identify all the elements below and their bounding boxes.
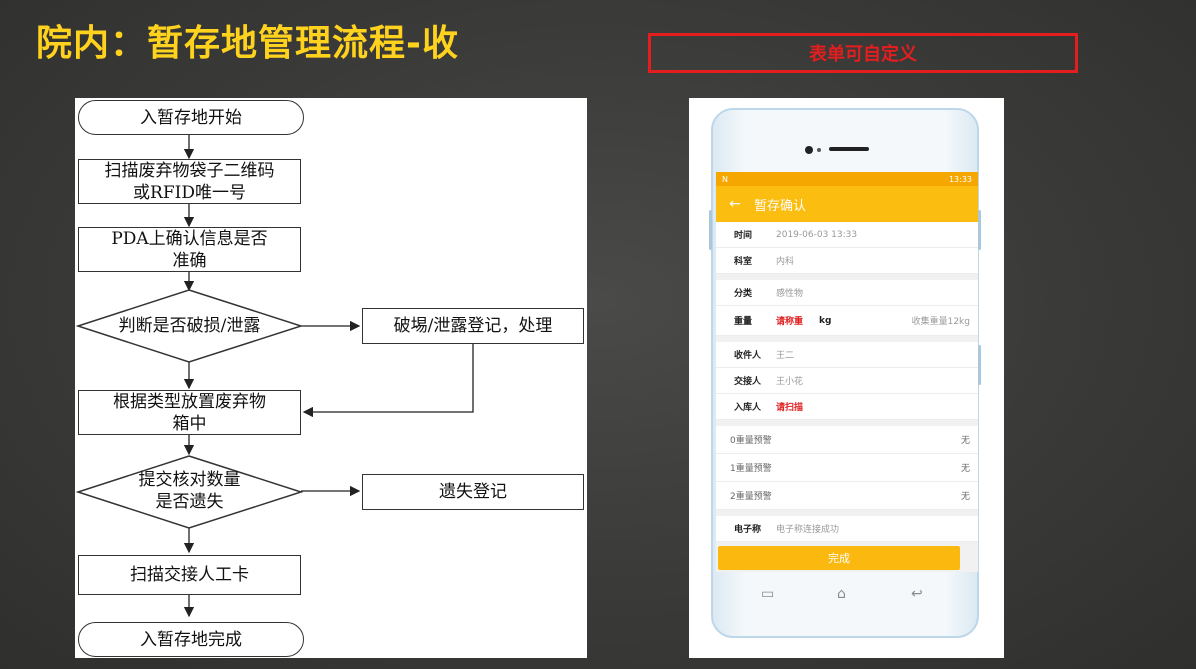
decision-count-line2: 是否遗失 [155,492,224,512]
pda-line2: 准确 [172,250,207,271]
speaker-grille [829,147,869,151]
nav-bar: ▭ ⌂ ↩ [711,578,979,618]
warning-label-2: 2重量预警 [730,492,772,502]
decision-count-label: 提交核对数量 是否遗失 [78,468,301,514]
place-node: 根据类型放置废弃物 箱中 [78,390,301,435]
arrow-damage-place [302,344,474,418]
status-left-icon: N [722,174,728,184]
side-button [978,345,981,385]
scale-value: 电子称连接成功 [776,525,840,535]
field-receiver[interactable]: 收件人 王二 [716,342,978,368]
camera-icon [805,146,813,154]
field-weight[interactable]: 重量 请称重 kg 收集重量12kg [716,306,978,336]
home-icon[interactable]: ⌂ [837,586,846,602]
weight-unit: kg [819,315,832,326]
category-label: 分类 [734,289,753,299]
field-dept[interactable]: 科室 内科 [716,248,978,274]
storage-value[interactable]: 请扫描 [776,400,803,413]
field-scale[interactable]: 电子称 电子称连接成功 [716,516,978,542]
time-label: 时间 [734,231,753,241]
weight-collected: 收集重量12kg [911,317,970,327]
custom-form-label: 表单可自定义 [648,33,1078,73]
volume-button [709,210,712,250]
receiver-value: 王二 [776,351,795,361]
category-value: 感性物 [776,289,804,299]
warning-value-2: 无 [960,492,970,502]
sensor-icon [817,148,821,152]
app-bar: ← 暂存确认 [716,186,978,222]
power-button [978,210,981,250]
status-time: 13:33 [948,174,972,184]
phone-screenshot: N 13:33 ← 暂存确认 时间 2019-06-03 13:33 科室 内科… [689,98,1004,658]
scan-line1: 扫描废弃物袋子二维码 [104,160,275,181]
slide-title: 院内：暂存地管理流程-收 [36,23,459,64]
dept-value: 内科 [776,257,795,267]
damage-register-node: 破埸/泄露登记，处理 [362,308,584,344]
loss-register-node: 遗失登记 [362,474,584,510]
warning-row-0[interactable]: 0重量预警 无 [716,426,978,454]
field-time[interactable]: 时间 2019-06-03 13:33 [716,222,978,248]
handover-value: 王小花 [776,377,804,387]
pda-node: PDA上确认信息是否 准确 [78,227,301,272]
back-arrow-icon[interactable]: ← [716,196,754,212]
place-line1: 根据类型放置废弃物 [113,391,266,412]
decision-damage-label: 判断是否破损/泄露 [118,316,261,336]
weight-value[interactable]: 请称重 [776,314,803,327]
field-category[interactable]: 分类 感性物 [716,280,978,306]
place-line2: 箱中 [172,413,207,434]
end-node: 入暂存地完成 [78,622,304,657]
warning-row-1[interactable]: 1重量预警 无 [716,454,978,482]
pda-line1: PDA上确认信息是否 [111,228,268,249]
warning-value-0: 无 [960,436,970,446]
start-node: 入暂存地开始 [78,100,304,135]
field-handover[interactable]: 交接人 王小花 [716,368,978,394]
scan-node: 扫描废弃物袋子二维码 或RFID唯一号 [78,159,301,204]
scan-line2: 或RFID唯一号 [133,182,246,203]
weight-label: 重量 [734,317,753,327]
receiver-label: 收件人 [734,351,762,361]
warning-label-1: 1重量预警 [730,464,772,474]
decision-count-line1: 提交核对数量 [138,470,241,490]
warning-value-1: 无 [960,464,970,474]
done-button[interactable]: 完成 [718,546,960,570]
field-storage[interactable]: 入库人 请扫描 [716,394,978,420]
menu-icon[interactable]: ▭ [761,586,774,602]
flowchart: 入暂存地开始 扫描废弃物袋子二维码 或RFID唯一号 PDA上确认信息是否 准确… [75,98,587,658]
dept-label: 科室 [734,257,753,267]
app-bar-title: 暂存确认 [754,198,807,214]
phone-screen: N 13:33 ← 暂存确认 时间 2019-06-03 13:33 科室 内科… [716,172,978,572]
storage-label: 入库人 [734,403,762,413]
time-value: 2019-06-03 13:33 [776,229,858,240]
back-icon[interactable]: ↩ [911,586,923,602]
status-bar: N 13:33 [716,172,978,186]
warning-label-0: 0重量预警 [730,436,772,446]
warning-row-2[interactable]: 2重量预警 无 [716,482,978,510]
handover-label: 交接人 [734,377,762,387]
scan-card-node: 扫描交接人工卡 [78,555,301,595]
scale-label: 电子称 [734,525,762,535]
